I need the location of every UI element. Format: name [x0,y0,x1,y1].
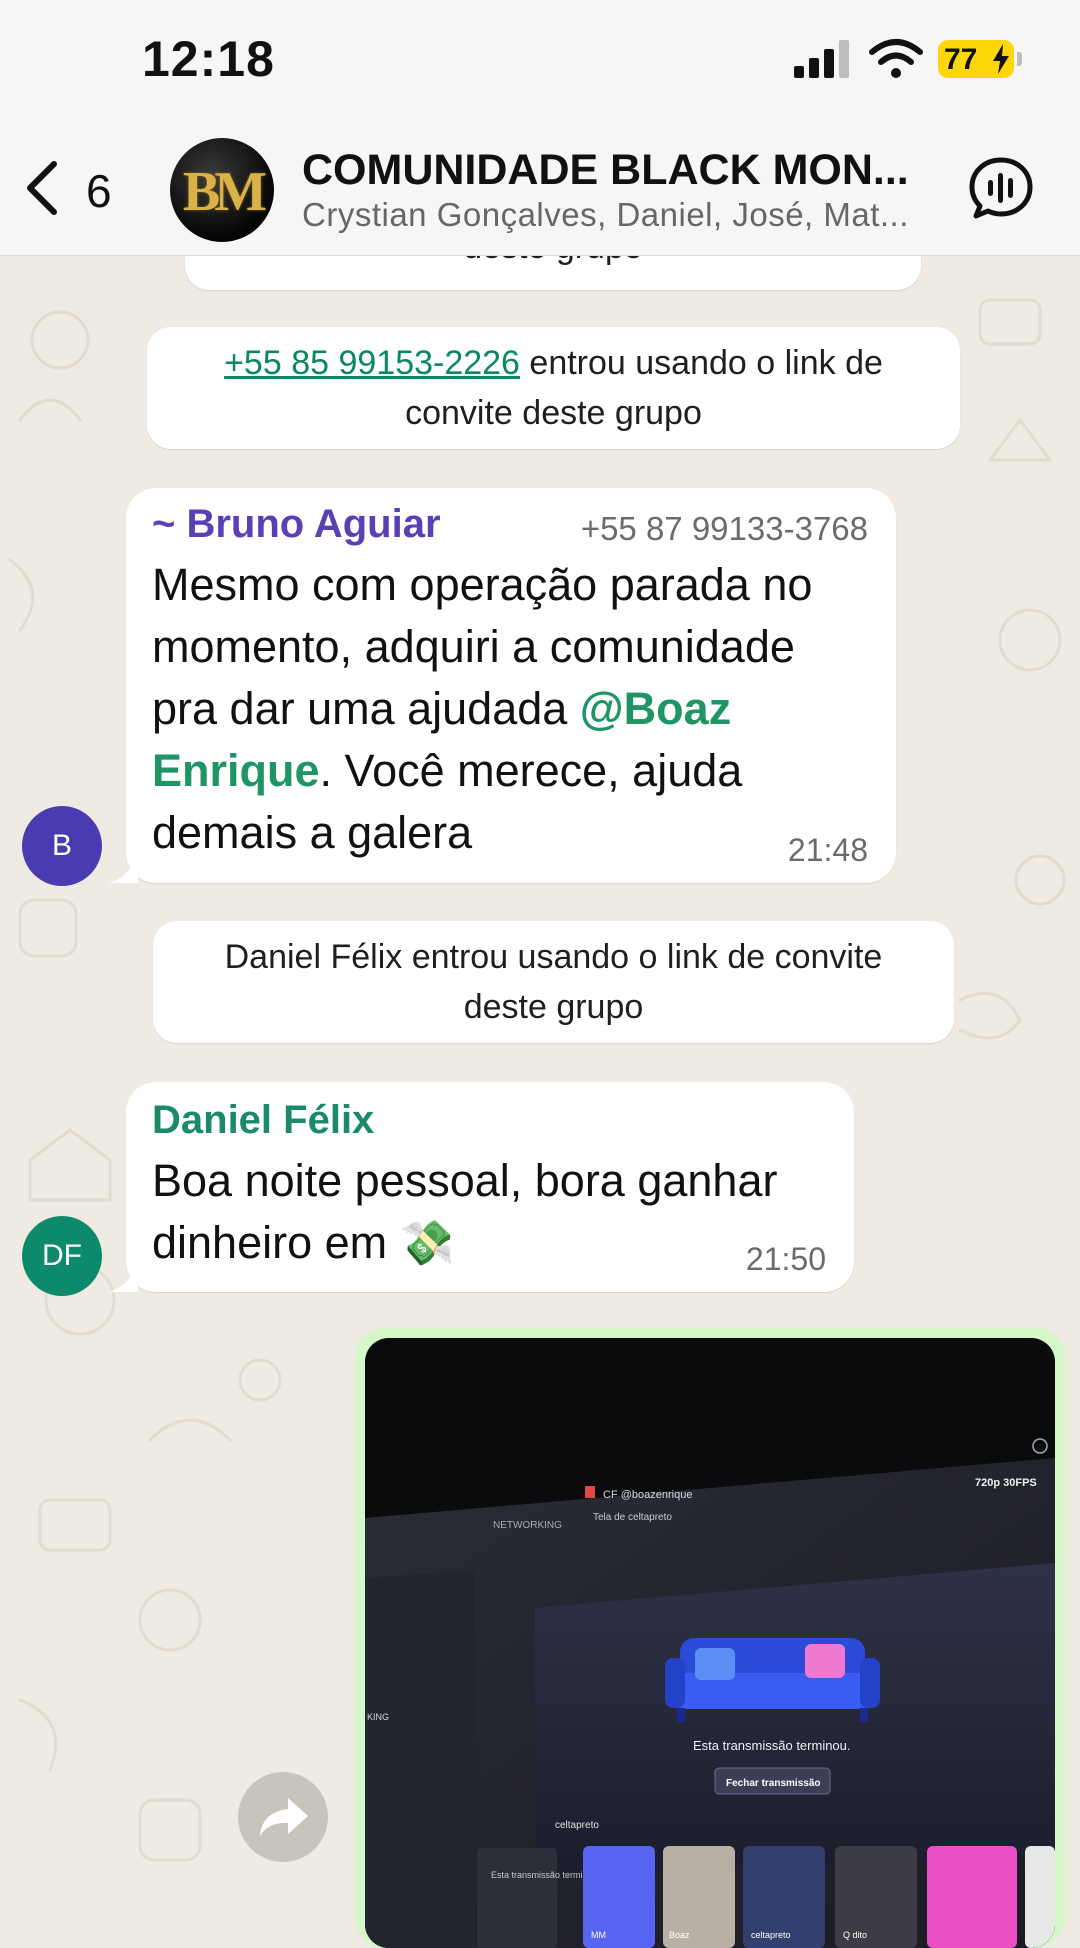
message-bubble-bruno[interactable]: ~ Bruno Aguiar +55 87 99133-3768 Mesmo c… [126,488,896,883]
chevron-left-icon[interactable] [22,160,62,216]
svg-text:MM: MM [591,1930,606,1940]
svg-text:Fechar transmissão: Fechar transmissão [726,1778,821,1789]
group-avatar[interactable]: BM [170,138,274,242]
forward-button[interactable] [238,1772,328,1862]
chat-header: 6 BM COMUNIDADE BLACK MON... Crystian Go… [0,120,1080,256]
svg-text:Tela de celtapreto: Tela de celtapreto [593,1512,672,1523]
back-unread-count[interactable]: 6 [86,164,112,218]
status-time: 12:18 [142,31,275,87]
system-message-join-daniel: Daniel Félix entrou usando o link de con… [153,921,954,1043]
join-text-line2: convite deste grupo [405,394,702,432]
group-avatar-logo: BM [182,161,267,223]
voice-chat-icon[interactable] [968,156,1034,220]
group-members[interactable]: Crystian Gonçalves, Daniel, José, Mat... [302,196,909,234]
charging-bolt-icon [993,44,1009,74]
svg-text:Boaz: Boaz [669,1930,690,1940]
money-wings-emoji: 💸 [399,1219,455,1268]
battery-charging-icon: 77 [938,40,1022,78]
svg-text:KING: KING [367,1712,389,1722]
group-title[interactable]: COMUNIDADE BLACK MON... [302,146,909,195]
photo-content: CF @boazenrique 720p 30FPS NETWORKING Te… [365,1338,1055,1948]
system-message-join: +55 85 99153-2226 entrou usando o link d… [147,327,960,449]
avatar-daniel[interactable]: DF [22,1216,102,1296]
sender-name[interactable]: ~ Bruno Aguiar [152,502,441,547]
photo-screen-capture[interactable]: CF @boazenrique 720p 30FPS NETWORKING Te… [365,1338,1055,1948]
svg-text:CF @boazenrique: CF @boazenrique [603,1489,692,1501]
message-time: 21:48 [787,832,868,868]
status-bar: 12:18 77 [0,0,1080,120]
forward-icon [260,1798,308,1836]
message-bubble-daniel[interactable]: Daniel Félix Boa noite pessoal, bora gan… [126,1082,854,1292]
joined-phone-link[interactable]: +55 85 99153-2226 [224,344,520,382]
mention-link[interactable]: @Boaz [580,683,731,734]
svg-text:celtapreto: celtapreto [751,1930,791,1940]
message-text: Mesmo com operação parada no momento, ad… [152,559,813,858]
svg-text:celtapreto: celtapreto [555,1820,599,1831]
signal-icon [794,40,849,78]
bubble-tail [108,853,138,883]
wifi-icon [869,39,923,78]
sender-phone: +55 87 99133-3768 [580,510,868,547]
message-text: Boa noite pessoal, bora ganhar dinheiro … [152,1155,778,1268]
avatar-bruno[interactable]: B [22,806,102,886]
svg-text:Q dito: Q dito [843,1930,867,1940]
bubble-tail [108,1262,138,1292]
svg-text:NETWORKING: NETWORKING [493,1520,562,1531]
svg-text:Esta transmissão terminou.: Esta transmissão terminou. [693,1738,851,1753]
sender-name[interactable]: Daniel Félix [152,1098,374,1143]
chat-area[interactable]: deste grupo +55 85 99153-2226 entrou usa… [0,0,1080,1948]
join-text: entrou usando o link de [519,344,883,382]
svg-text:720p 30FPS: 720p 30FPS [975,1477,1037,1489]
battery-level: 77 [944,43,978,76]
outgoing-image-message[interactable]: CF @boazenrique 720p 30FPS NETWORKING Te… [355,1328,1065,1948]
message-time: 21:50 [745,1241,826,1277]
mention-link-cont[interactable]: Enrique [152,745,320,796]
